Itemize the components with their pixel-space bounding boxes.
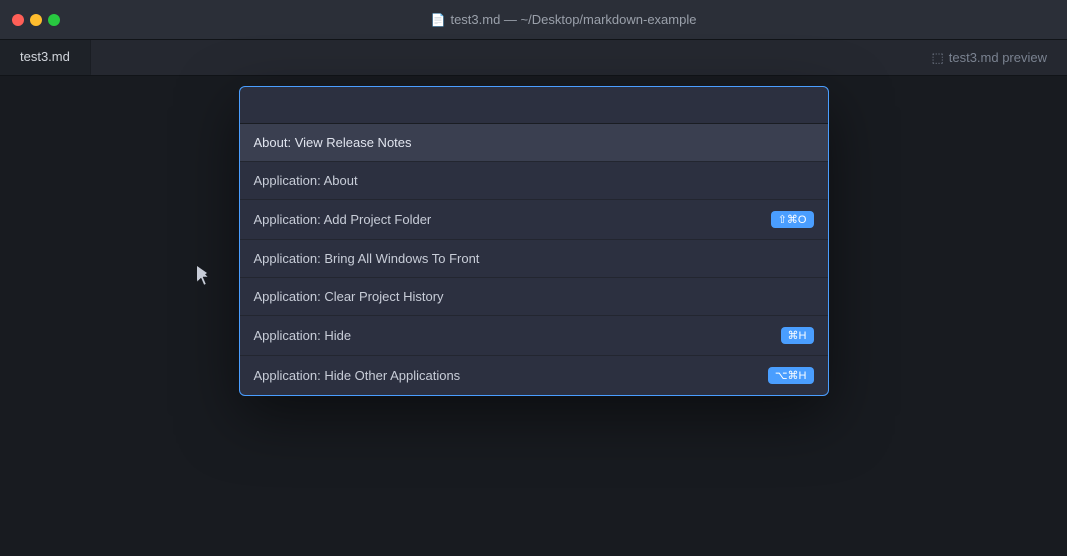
- title-text: test3.md — ~/Desktop/markdown-example: [450, 12, 696, 27]
- command-item-app-about[interactable]: Application: About: [240, 162, 828, 200]
- search-input[interactable]: [240, 87, 828, 123]
- traffic-lights: [0, 14, 60, 26]
- tabs-area: test3.md ⬚ test3.md preview: [0, 40, 1067, 76]
- command-item-app-bring-front[interactable]: Application: Bring All Windows To Front: [240, 240, 828, 278]
- close-button[interactable]: [12, 14, 24, 26]
- command-item-app-add-project[interactable]: Application: Add Project Folder ⇧⌘O: [240, 200, 828, 240]
- file-icon: 📄: [431, 13, 446, 27]
- command-item-app-bring-front-label: Application: Bring All Windows To Front: [254, 251, 480, 266]
- title-bar: 📄 test3.md — ~/Desktop/markdown-example: [0, 0, 1067, 40]
- main-content: About: View Release Notes Application: A…: [0, 76, 1067, 556]
- command-item-about-release-label: About: View Release Notes: [254, 135, 412, 150]
- shortcut-add-project: ⇧⌘O: [771, 211, 814, 228]
- command-item-app-clear-history[interactable]: Application: Clear Project History: [240, 278, 828, 316]
- command-item-app-about-label: Application: About: [254, 173, 358, 188]
- overlay: About: View Release Notes Application: A…: [0, 76, 1067, 556]
- command-item-app-hide-label: Application: Hide: [254, 328, 352, 343]
- tab-editor-label: test3.md: [20, 49, 70, 64]
- shortcut-hide-other: ⌥⌘H: [768, 367, 814, 384]
- window-title: 📄 test3.md — ~/Desktop/markdown-example: [60, 12, 1067, 27]
- tab-editor[interactable]: test3.md: [0, 40, 91, 75]
- shortcut-hide: ⌘H: [781, 327, 814, 344]
- minimize-button[interactable]: [30, 14, 42, 26]
- command-item-app-hide[interactable]: Application: Hide ⌘H: [240, 316, 828, 356]
- command-item-app-hide-other-label: Application: Hide Other Applications: [254, 368, 461, 383]
- command-item-about-release[interactable]: About: View Release Notes: [240, 124, 828, 162]
- command-list[interactable]: About: View Release Notes Application: A…: [240, 124, 828, 395]
- command-item-app-clear-history-label: Application: Clear Project History: [254, 289, 444, 304]
- command-item-app-hide-other[interactable]: Application: Hide Other Applications ⌥⌘H: [240, 356, 828, 395]
- tab-preview-label: test3.md preview: [949, 50, 1047, 65]
- command-palette: About: View Release Notes Application: A…: [239, 86, 829, 396]
- command-item-app-add-project-label: Application: Add Project Folder: [254, 212, 432, 227]
- preview-icon: ⬚: [931, 50, 943, 66]
- maximize-button[interactable]: [48, 14, 60, 26]
- tab-preview[interactable]: ⬚ test3.md preview: [911, 40, 1067, 75]
- search-bar: [240, 87, 828, 124]
